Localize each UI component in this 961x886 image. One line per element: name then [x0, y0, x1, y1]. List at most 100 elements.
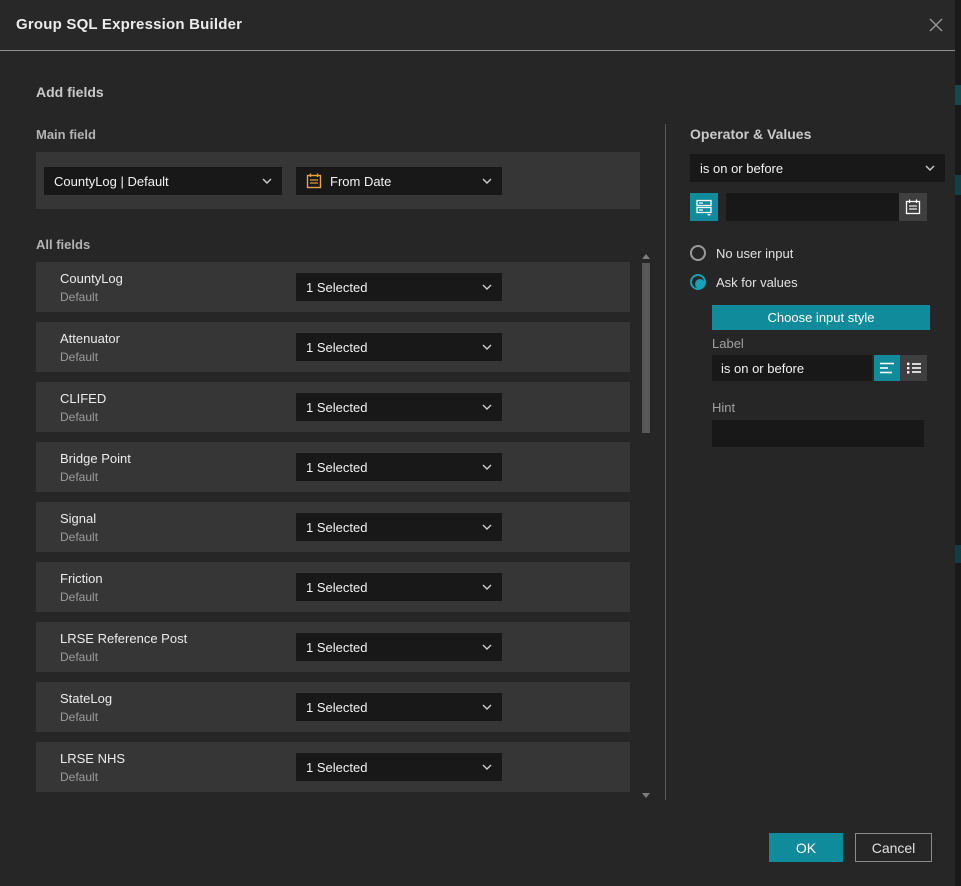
- field-row-friction: Friction Default 1 Selected: [36, 562, 630, 612]
- field-selection-select[interactable]: 1 Selected: [296, 453, 502, 481]
- field-name: Signal: [60, 511, 96, 526]
- field-row-lrse-reference-post: LRSE Reference Post Default 1 Selected: [36, 622, 630, 672]
- main-field-panel: CountyLog | Default From Date: [36, 152, 640, 209]
- field-subtype: Default: [60, 770, 98, 784]
- radio-no-user-input[interactable]: No user input: [690, 245, 793, 261]
- field-subtype: Default: [60, 410, 98, 424]
- input-type-icon: [696, 199, 713, 216]
- date-picker-button[interactable]: [899, 193, 927, 221]
- align-left-icon: [879, 361, 895, 375]
- chevron-down-icon: [482, 764, 492, 770]
- field-selection-select[interactable]: 1 Selected: [296, 513, 502, 541]
- field-row-lrse-nhs: LRSE NHS Default 1 Selected: [36, 742, 630, 792]
- chevron-down-icon: [482, 404, 492, 410]
- selection-count: 1 Selected: [306, 640, 367, 655]
- field-subtype: Default: [60, 470, 98, 484]
- cancel-button[interactable]: Cancel: [855, 833, 932, 862]
- field-name: Bridge Point: [60, 451, 131, 466]
- dialog-title: Group SQL Expression Builder: [16, 16, 242, 33]
- dialog-titlebar: Group SQL Expression Builder: [0, 0, 955, 51]
- field-selection-select[interactable]: 1 Selected: [296, 393, 502, 421]
- close-button[interactable]: [926, 15, 946, 35]
- chevron-down-icon: [482, 178, 492, 184]
- field-row-signal: Signal Default 1 Selected: [36, 502, 630, 552]
- radio-circle-icon: [690, 245, 706, 261]
- field-row-countylog: CountyLog Default 1 Selected: [36, 262, 630, 312]
- chevron-down-icon: [482, 584, 492, 590]
- selection-count: 1 Selected: [306, 760, 367, 775]
- background-fragment: [955, 85, 961, 105]
- field-selection-select[interactable]: 1 Selected: [296, 753, 502, 781]
- close-icon: [928, 17, 944, 33]
- scrollbar-down-arrow[interactable]: [642, 793, 650, 798]
- operator-select[interactable]: is on or before: [690, 154, 945, 182]
- field-subtype: Default: [60, 290, 98, 304]
- radio-label: No user input: [716, 246, 793, 261]
- field-selection-select[interactable]: 1 Selected: [296, 573, 502, 601]
- field-selection-select[interactable]: 1 Selected: [296, 273, 502, 301]
- radio-label: Ask for values: [716, 275, 798, 290]
- field-selection-select[interactable]: 1 Selected: [296, 693, 502, 721]
- add-fields-heading: Add fields: [36, 84, 104, 100]
- calendar-icon: [306, 173, 322, 189]
- chevron-down-icon: [482, 284, 492, 290]
- list-icon: [906, 361, 922, 375]
- chevron-down-icon: [925, 165, 935, 171]
- field-name: LRSE NHS: [60, 751, 125, 766]
- field-row-bridge-point: Bridge Point Default 1 Selected: [36, 442, 630, 492]
- field-name: CLIFED: [60, 391, 106, 406]
- selection-count: 1 Selected: [306, 700, 367, 715]
- field-name: Attenuator: [60, 331, 120, 346]
- selection-count: 1 Selected: [306, 580, 367, 595]
- field-subtype: Default: [60, 650, 98, 664]
- main-field-source-value: CountyLog | Default: [54, 174, 169, 189]
- group-sql-expression-builder-dialog: Group SQL Expression Builder Add fields …: [0, 0, 961, 886]
- field-subtype: Default: [60, 350, 98, 364]
- field-subtype: Default: [60, 710, 98, 724]
- field-row-statelog: StateLog Default 1 Selected: [36, 682, 630, 732]
- field-name: StateLog: [60, 691, 112, 706]
- field-name: LRSE Reference Post: [60, 631, 187, 646]
- field-subtype: Default: [60, 590, 98, 604]
- hint-field-label: Hint: [712, 400, 735, 415]
- input-type-button[interactable]: [690, 193, 718, 221]
- main-field-source-select[interactable]: CountyLog | Default: [44, 167, 282, 195]
- selection-count: 1 Selected: [306, 460, 367, 475]
- field-row-attenuator: Attenuator Default 1 Selected: [36, 322, 630, 372]
- chevron-down-icon: [482, 344, 492, 350]
- panel-divider: [665, 124, 666, 800]
- label-field-label: Label: [712, 336, 744, 351]
- field-name: Friction: [60, 571, 103, 586]
- chevron-down-icon: [482, 644, 492, 650]
- label-style-text-button[interactable]: [874, 355, 900, 381]
- choose-input-style-button[interactable]: Choose input style: [712, 305, 930, 330]
- operator-values-heading: Operator & Values: [690, 126, 811, 142]
- value-date-input[interactable]: [726, 193, 927, 221]
- scrollbar-thumb[interactable]: [642, 263, 650, 433]
- radio-selected-icon: [690, 274, 706, 290]
- ok-button[interactable]: OK: [769, 833, 843, 862]
- main-field-field-value: From Date: [330, 174, 391, 189]
- background-fragment: [955, 175, 961, 195]
- all-fields-label: All fields: [36, 237, 90, 252]
- operator-value: is on or before: [700, 161, 783, 176]
- main-field-field-select[interactable]: From Date: [296, 167, 502, 195]
- hint-input[interactable]: [712, 420, 924, 447]
- scrollbar-up-arrow[interactable]: [642, 254, 650, 259]
- all-fields-list: CountyLog Default 1 Selected Attenuator …: [36, 262, 630, 802]
- chevron-down-icon: [482, 464, 492, 470]
- calendar-icon: [905, 199, 921, 215]
- field-row-clifed: CLIFED Default 1 Selected: [36, 382, 630, 432]
- selection-count: 1 Selected: [306, 520, 367, 535]
- chevron-down-icon: [482, 524, 492, 530]
- selection-count: 1 Selected: [306, 400, 367, 415]
- field-subtype: Default: [60, 530, 98, 544]
- label-input[interactable]: [712, 355, 872, 381]
- selection-count: 1 Selected: [306, 340, 367, 355]
- radio-ask-for-values[interactable]: Ask for values: [690, 274, 798, 290]
- main-field-label: Main field: [36, 127, 96, 142]
- label-style-list-button[interactable]: [900, 355, 927, 381]
- field-selection-select[interactable]: 1 Selected: [296, 633, 502, 661]
- field-selection-select[interactable]: 1 Selected: [296, 333, 502, 361]
- background-fragment: [955, 545, 961, 563]
